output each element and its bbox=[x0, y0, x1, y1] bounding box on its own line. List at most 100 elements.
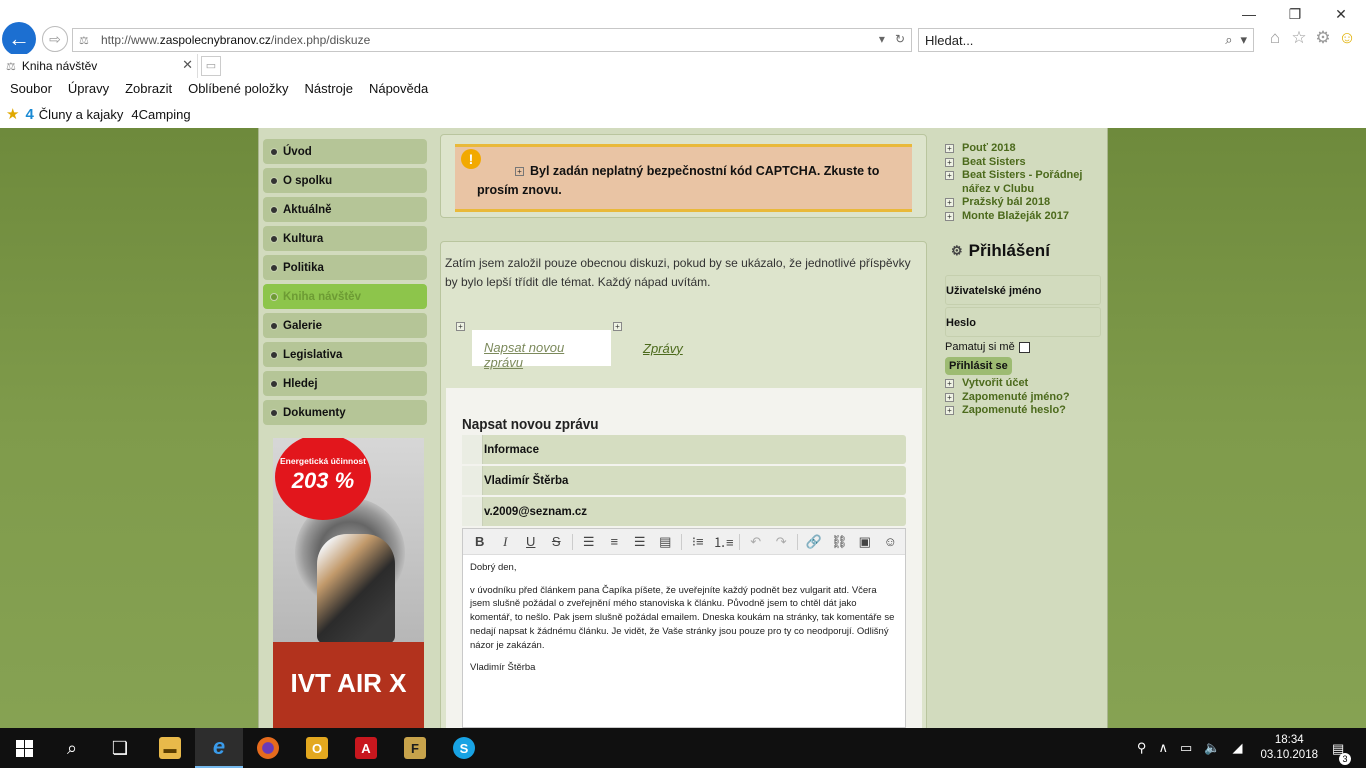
taskbar-firefox[interactable] bbox=[244, 728, 292, 768]
event-link[interactable]: + Beat Sisters bbox=[945, 156, 1101, 170]
strikethrough-icon[interactable]: S bbox=[544, 534, 570, 549]
editor-body[interactable]: Dobrý den, v úvodníku před článkem pana … bbox=[463, 555, 905, 690]
favorite-link-4camping[interactable]: 4Camping bbox=[131, 107, 190, 122]
taskbar-internet-explorer[interactable]: e bbox=[195, 728, 243, 768]
taskbar-f-app[interactable]: F bbox=[391, 728, 439, 768]
bullet-list-icon[interactable]: ⁝≡ bbox=[685, 534, 711, 550]
forgot-username-link[interactable]: + Zapomenuté jméno? bbox=[945, 391, 1101, 405]
menu-view[interactable]: Zobrazit bbox=[125, 79, 172, 99]
menu-item-uvod[interactable]: Úvod bbox=[263, 139, 427, 164]
task-view-button[interactable]: ❏ bbox=[96, 728, 144, 768]
taskbar-explorer[interactable]: ▬ bbox=[146, 728, 194, 768]
close-window-icon[interactable]: ✕ bbox=[1318, 4, 1364, 24]
align-left-icon[interactable]: ☰ bbox=[576, 534, 602, 550]
taskbar-outlook[interactable]: O bbox=[293, 728, 341, 768]
taskbar-search[interactable]: ⌕ bbox=[48, 728, 96, 768]
underline-icon[interactable]: U bbox=[518, 534, 544, 549]
search-dropdown-icon[interactable]: ▾ bbox=[1240, 32, 1247, 48]
username-field[interactable]: Uživatelské jméno bbox=[945, 275, 1101, 305]
home-icon[interactable]: ⌂ bbox=[1266, 28, 1284, 48]
new-message-form: Napsat novou zprávu Informace Vladimír Š… bbox=[446, 388, 922, 728]
new-tab-button[interactable]: ▭ bbox=[201, 56, 221, 76]
taskbar-acrobat[interactable]: A bbox=[342, 728, 390, 768]
menu-item-label: Hledej bbox=[283, 377, 318, 390]
menu-help[interactable]: Nápověda bbox=[369, 79, 428, 99]
emoticon-icon[interactable]: ☺ bbox=[878, 534, 904, 549]
back-button[interactable]: ← bbox=[2, 22, 36, 56]
login-button[interactable]: Přihlásit se bbox=[945, 357, 1012, 375]
tab-messages[interactable]: Zprávy bbox=[643, 341, 683, 356]
menu-bar: Soubor Úpravy Zobrazit Oblíbené položky … bbox=[0, 79, 444, 99]
close-tab-icon[interactable]: ✕ bbox=[182, 57, 193, 73]
skype-icon: S bbox=[453, 737, 475, 759]
search-icon[interactable]: ⌕ bbox=[1225, 32, 1232, 48]
password-field[interactable]: Heslo bbox=[945, 307, 1101, 337]
restore-icon[interactable]: ❐ bbox=[1272, 4, 1318, 24]
people-icon[interactable]: ⚲ bbox=[1137, 740, 1147, 756]
forward-button[interactable]: ⇨ bbox=[42, 26, 68, 52]
editor-paragraph: v úvodníku před článkem pana Čapíka píše… bbox=[470, 584, 895, 651]
create-account-link[interactable]: + Vytvořit účet bbox=[945, 377, 1101, 391]
add-favorite-star-icon[interactable]: ★ bbox=[6, 105, 19, 123]
name-field[interactable]: Vladimír Štěrba bbox=[462, 466, 906, 495]
menu-item-dokumenty[interactable]: Dokumenty bbox=[263, 400, 427, 425]
remember-checkbox[interactable] bbox=[1018, 341, 1030, 353]
bold-icon[interactable]: B bbox=[467, 534, 493, 549]
ad-banner[interactable]: Energetická účinnost 203 % IVT AIR X bbox=[273, 438, 424, 728]
clock[interactable]: 18:34 03.10.2018 bbox=[1260, 733, 1318, 763]
menu-item-galerie[interactable]: Galerie bbox=[263, 313, 427, 338]
subject-field[interactable]: Informace bbox=[462, 435, 906, 464]
menu-file[interactable]: Soubor bbox=[10, 79, 52, 99]
forgot-password-link[interactable]: + Zapomenuté heslo? bbox=[945, 404, 1101, 418]
toolbar-separator bbox=[739, 533, 740, 550]
toolbar-separator bbox=[572, 533, 573, 550]
menu-tools[interactable]: Nástroje bbox=[305, 79, 353, 99]
menu-item-label: Úvod bbox=[283, 145, 312, 158]
dropdown-icon[interactable]: ▾ bbox=[879, 32, 885, 46]
menu-item-hledej[interactable]: Hledej bbox=[263, 371, 427, 396]
menu-item-o-spolku[interactable]: O spolku bbox=[263, 168, 427, 193]
align-center-icon[interactable]: ≡ bbox=[602, 534, 628, 549]
address-bar[interactable]: ⚖ http://www. zaspolecnybranov.cz/index.p… bbox=[72, 28, 912, 52]
event-link[interactable]: + Pražský bál 2018 bbox=[945, 196, 1101, 210]
numbered-list-icon[interactable]: ⒈≡ bbox=[711, 532, 737, 551]
menu-edit[interactable]: Úpravy bbox=[68, 79, 109, 99]
volume-icon[interactable]: 🔈 bbox=[1204, 740, 1220, 756]
event-link[interactable]: + Monte Blažeják 2017 bbox=[945, 210, 1101, 224]
undo-icon[interactable]: ↶ bbox=[743, 534, 769, 550]
tab-new-message[interactable]: Napsat novou zprávu bbox=[472, 330, 611, 370]
minimize-icon[interactable]: — bbox=[1226, 4, 1272, 24]
favorite-link-boats[interactable]: Čluny a kajaky bbox=[39, 107, 124, 122]
gear-icon[interactable]: ⚙ bbox=[1314, 28, 1332, 48]
taskbar-skype[interactable]: S bbox=[440, 728, 488, 768]
menu-item-kultura[interactable]: Kultura bbox=[263, 226, 427, 251]
event-link[interactable]: + Beat Sisters - Pořádnej nářez v Clubu bbox=[945, 169, 1101, 196]
menu-item-aktualne[interactable]: Aktuálně bbox=[263, 197, 427, 222]
link-icon[interactable]: 🔗 bbox=[801, 534, 827, 550]
refresh-icon[interactable]: ↻ bbox=[895, 32, 905, 46]
action-center-button[interactable]: ▤ 3 bbox=[1332, 740, 1366, 765]
justify-icon[interactable]: ▤ bbox=[653, 534, 679, 550]
start-button[interactable] bbox=[0, 728, 48, 768]
battery-icon[interactable]: ▭ bbox=[1180, 740, 1192, 756]
email-value: v.2009@seznam.cz bbox=[484, 505, 588, 518]
alert-message: Byl zadán neplatný bezpečnostní kód CAPT… bbox=[477, 164, 880, 197]
network-icon[interactable]: ◢ bbox=[1232, 740, 1242, 756]
browser-tab[interactable]: ⚖ Kniha návštěv ✕ bbox=[0, 54, 198, 78]
email-field[interactable]: v.2009@seznam.cz bbox=[462, 497, 906, 526]
event-link[interactable]: + Pouť 2018 bbox=[945, 142, 1101, 156]
show-hidden-icons-icon[interactable]: ∧ bbox=[1158, 740, 1168, 756]
image-icon[interactable]: ▣ bbox=[852, 534, 878, 550]
menu-item-kniha-navstev[interactable]: Kniha návštěv bbox=[263, 284, 427, 309]
align-right-icon[interactable]: ☰ bbox=[627, 534, 653, 550]
redo-icon[interactable]: ↷ bbox=[769, 534, 795, 550]
favorites-star-icon[interactable]: ☆ bbox=[1290, 28, 1308, 48]
feedback-smiley-icon[interactable]: ☺ bbox=[1338, 28, 1356, 48]
unlink-icon[interactable]: ⛓ bbox=[827, 534, 853, 550]
menu-favorites[interactable]: Oblíbené položky bbox=[188, 79, 288, 99]
menu-item-politika[interactable]: Politika bbox=[263, 255, 427, 280]
italic-icon[interactable]: I bbox=[493, 534, 519, 550]
login-title: Přihlášení bbox=[968, 241, 1050, 260]
menu-item-legislativa[interactable]: Legislativa bbox=[263, 342, 427, 367]
search-box[interactable]: Hledat... ⌕ ▾ bbox=[918, 28, 1254, 52]
